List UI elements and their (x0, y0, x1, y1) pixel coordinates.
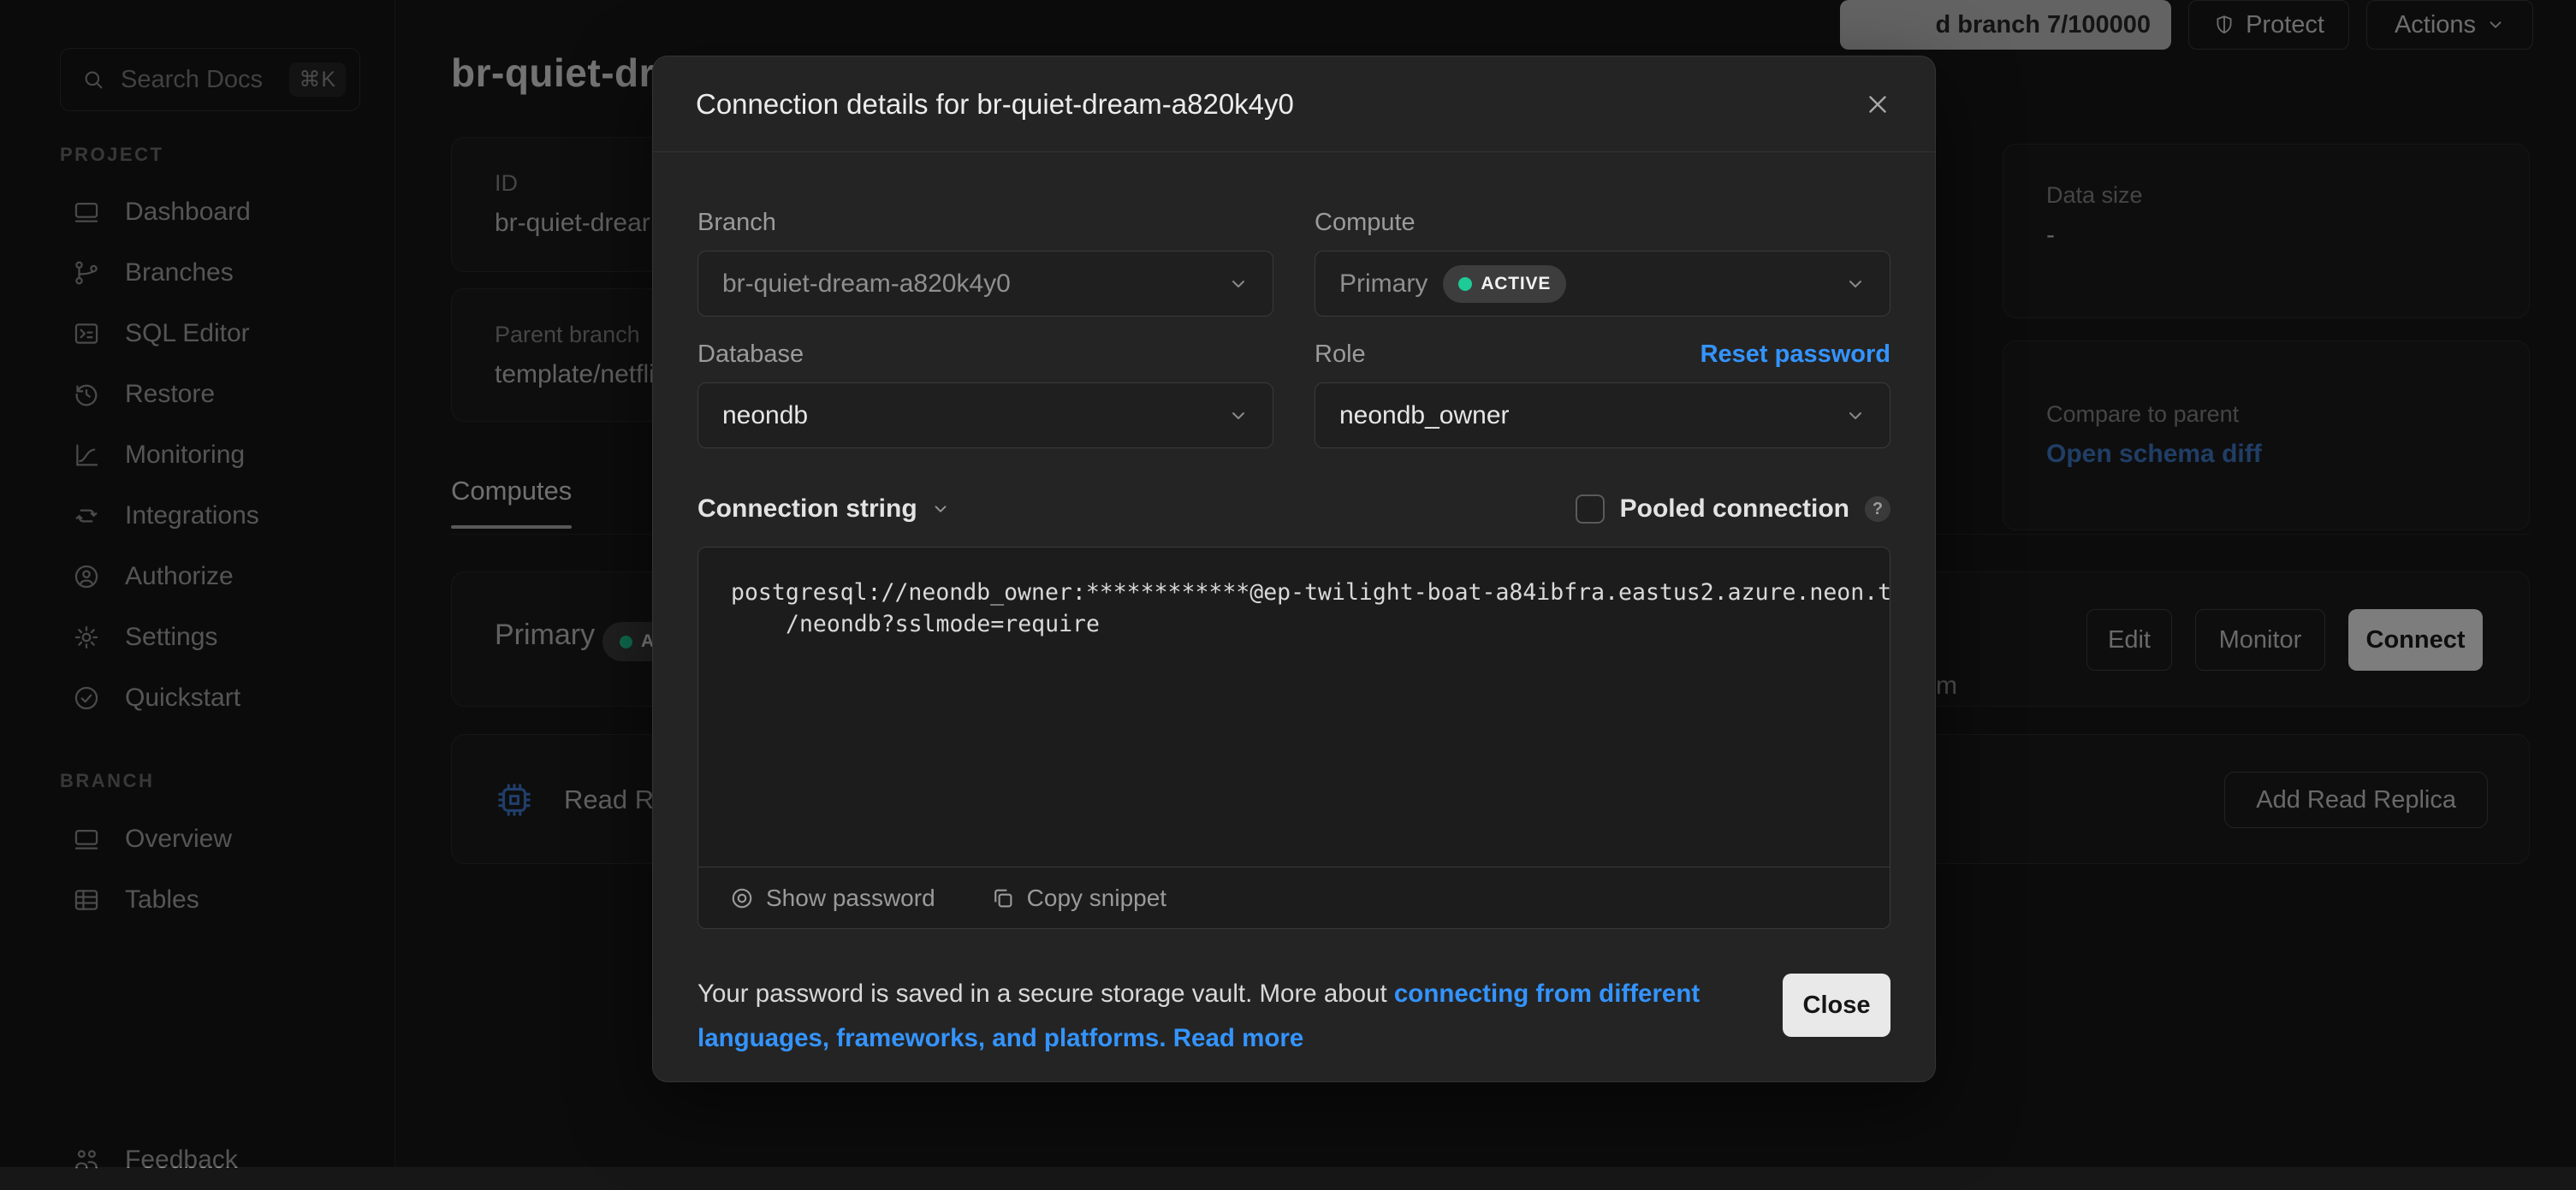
database-select-value: neondb (722, 401, 1213, 430)
chevron-down-icon (1228, 406, 1249, 426)
read-more-link[interactable]: Read more (1173, 1024, 1303, 1052)
compute-status-badge: ACTIVE (1443, 265, 1566, 303)
role-field-label: Role (1315, 340, 1366, 369)
eye-icon (729, 885, 755, 911)
pooled-connection-label: Pooled connection (1620, 494, 1849, 524)
connection-string-box: postgresql://neondb_owner:************@e… (697, 547, 1890, 929)
connection-string-label: Connection string (697, 494, 917, 524)
compute-select[interactable]: Primary ACTIVE (1315, 251, 1890, 317)
database-select[interactable]: neondb (697, 382, 1273, 448)
reset-password-link[interactable]: Reset password (1701, 340, 1890, 369)
connection-string-code: postgresql://neondb_owner:************@e… (698, 548, 1890, 867)
show-password-button[interactable]: Show password (729, 885, 935, 912)
branch-select[interactable]: br-quiet-dream-a820k4y0 (697, 251, 1273, 317)
role-select-value: neondb_owner (1339, 401, 1830, 430)
close-button[interactable]: Close (1783, 974, 1890, 1037)
chevron-down-icon (1845, 406, 1866, 426)
role-select[interactable]: neondb_owner (1315, 382, 1890, 448)
close-icon[interactable] (1863, 90, 1892, 119)
modal-title: Connection details for br-quiet-dream-a8… (696, 88, 1294, 121)
note-text: Your password is saved in a secure stora… (697, 980, 1394, 1008)
database-field-label: Database (697, 340, 804, 369)
copy-snippet-button[interactable]: Copy snippet (990, 885, 1166, 912)
show-password-label: Show password (766, 885, 935, 912)
status-dot-icon (1458, 277, 1472, 291)
branch-field-label: Branch (697, 209, 776, 237)
connection-string-line1: postgresql://neondb_owner:************@e… (731, 577, 1857, 608)
chevron-down-icon (931, 500, 950, 518)
chevron-down-icon (1228, 274, 1249, 294)
copy-snippet-label: Copy snippet (1027, 885, 1166, 912)
copy-icon (990, 885, 1016, 911)
connection-string-line2: /neondb?sslmode=require (731, 608, 1857, 640)
pooled-connection-checkbox[interactable] (1576, 494, 1605, 524)
branch-select-value: br-quiet-dream-a820k4y0 (722, 269, 1213, 299)
compute-field-label: Compute (1315, 209, 1416, 237)
connection-details-modal: Connection details for br-quiet-dream-a8… (652, 56, 1936, 1082)
connection-string-dropdown[interactable]: Connection string (697, 494, 950, 524)
help-icon[interactable]: ? (1865, 496, 1890, 522)
status-label: ACTIVE (1481, 274, 1551, 294)
password-vault-note: Your password is saved in a secure stora… (697, 972, 1750, 1061)
chevron-down-icon (1845, 274, 1866, 294)
compute-select-value: Primary (1339, 269, 1427, 299)
